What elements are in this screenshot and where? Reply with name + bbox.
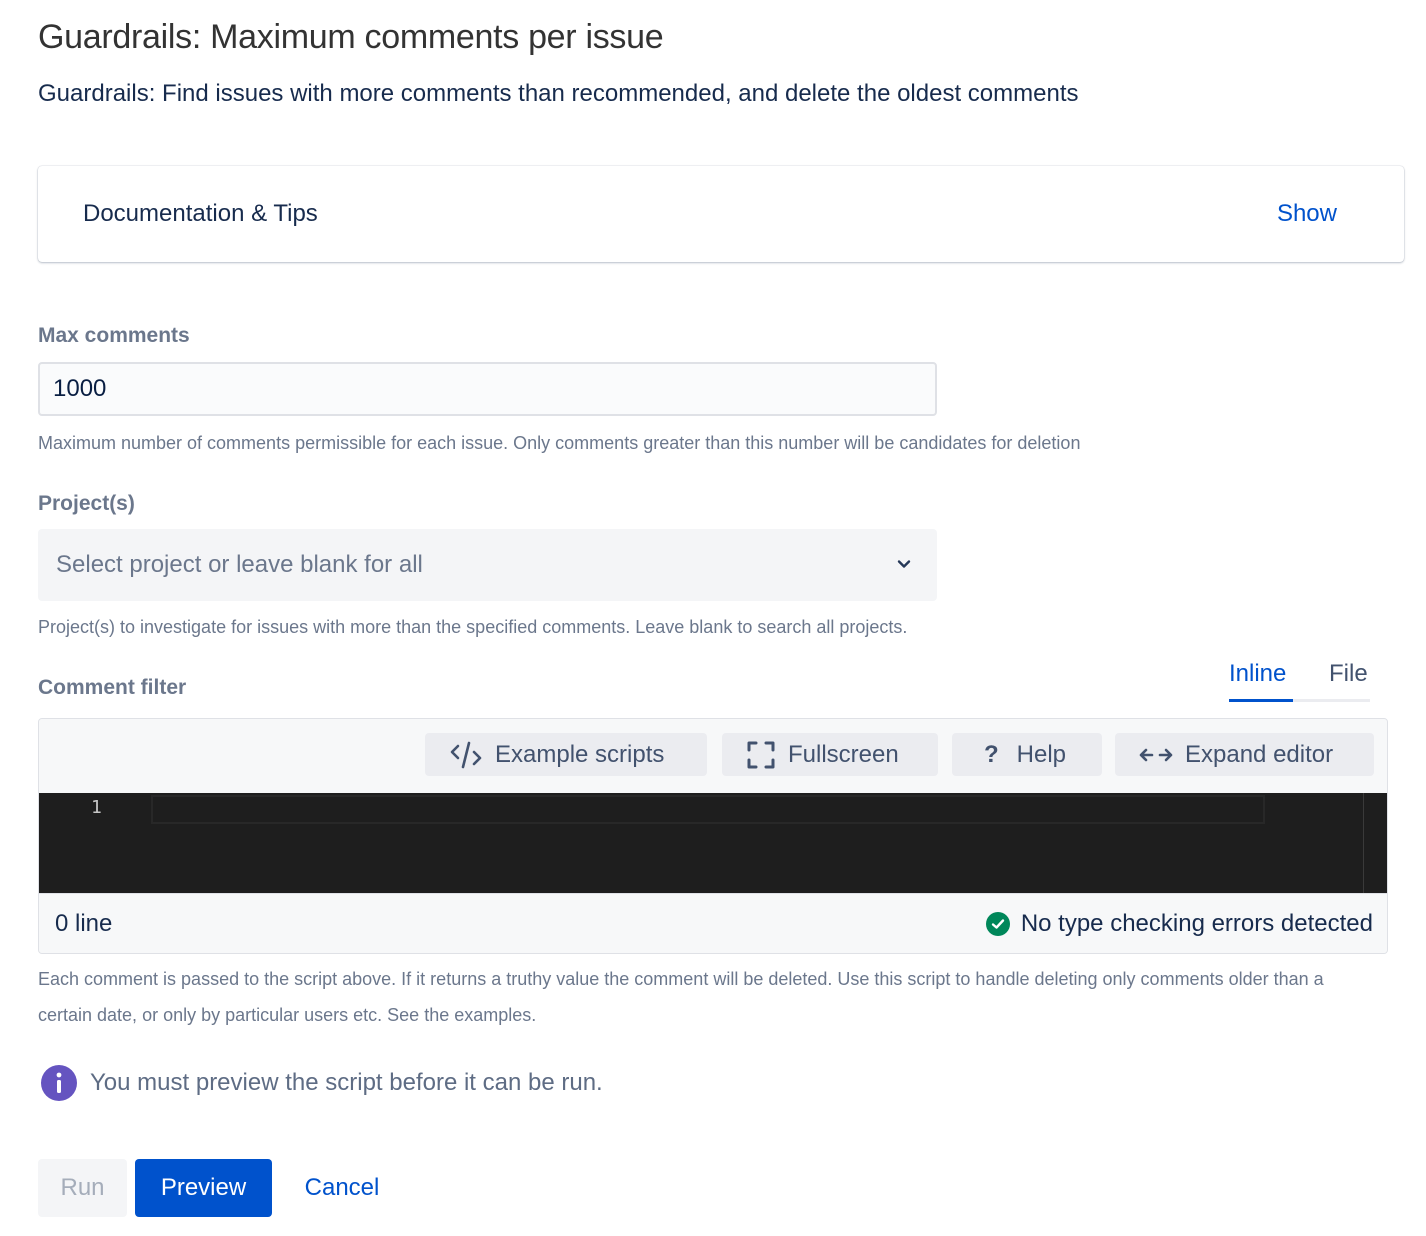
fullscreen-label: Fullscreen [788,740,899,768]
type-check-label: No type checking errors detected [1020,910,1373,937]
max-comments-input[interactable] [38,362,937,416]
question-icon: ? [984,740,999,768]
page-subtitle: Guardrails: Find issues with more commen… [38,80,1079,107]
cancel-button[interactable]: Cancel [280,1159,404,1217]
fullscreen-icon [747,741,775,768]
chevron-down-icon [897,560,911,568]
fullscreen-button[interactable]: Fullscreen [722,733,938,776]
code-icon [450,741,482,768]
tab-file[interactable]: File [1329,660,1368,688]
type-check-status: No type checking errors detected [985,910,1373,938]
active-tab-indicator [1229,699,1293,702]
expand-editor-button[interactable]: Expand editor [1115,733,1374,776]
editor-status-bar: 0 line No type checking errors detected [39,893,1387,953]
page-title: Guardrails: Maximum comments per issue [38,18,664,56]
documentation-panel: Documentation & Tips Show [38,166,1404,262]
comment-filter-label: Comment filter [38,676,187,699]
preview-required-message: You must preview the script before it ca… [40,1064,603,1102]
line-number: 1 [91,797,102,818]
expand-arrows-icon [1139,748,1173,761]
example-scripts-label: Example scripts [495,740,665,768]
source-tabs: Inline File [1229,660,1370,703]
check-circle-icon [985,912,1010,936]
help-label: Help [1016,740,1067,768]
line-count: 0 line [55,910,113,937]
preview-button[interactable]: Preview [135,1159,272,1217]
max-comments-helper: Maximum number of comments permissible f… [38,433,1081,453]
editor-scrollbar[interactable] [1363,793,1364,893]
current-line-highlight [151,795,1265,824]
comment-filter-helper: Each comment is passed to the script abo… [38,969,1324,1025]
expand-editor-label: Expand editor [1185,740,1334,768]
show-documentation-button[interactable]: Show [1277,200,1337,228]
info-text: You must preview the script before it ca… [90,1069,603,1096]
info-icon [41,1065,77,1101]
run-button[interactable]: Run [38,1159,127,1217]
projects-select[interactable]: Select project or leave blank for all [38,529,937,601]
editor-toolbar: Example scripts Fullscreen ? Help Expand… [39,719,1387,793]
example-scripts-button[interactable]: Example scripts [425,733,707,776]
tab-inline[interactable]: Inline [1229,660,1286,688]
script-editor: Example scripts Fullscreen ? Help Expand… [38,718,1388,954]
projects-placeholder: Select project or leave blank for all [56,551,423,578]
max-comments-label: Max comments [38,324,190,347]
projects-helper: Project(s) to investigate for issues wit… [38,617,908,637]
projects-label: Project(s) [38,492,135,515]
help-button[interactable]: ? Help [952,733,1102,776]
documentation-title: Documentation & Tips [83,200,318,227]
code-area[interactable]: 1 [39,793,1387,893]
